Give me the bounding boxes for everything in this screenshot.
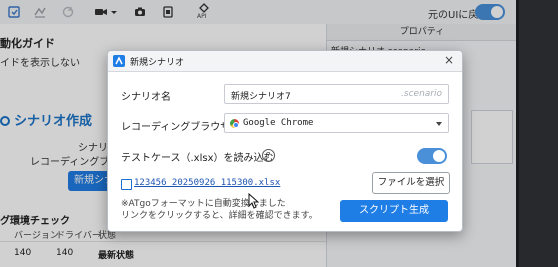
toggle-knob [433,150,445,162]
help-icon[interactable]: ? [262,149,275,162]
scenario-name-label: シナリオ名 [121,92,171,103]
close-icon[interactable]: × [444,54,454,66]
file-icon [121,179,132,190]
browser-value: Google Chrome [243,118,314,128]
testcase-toggle[interactable] [417,148,447,164]
app-logo-icon [113,55,125,67]
browser-label: レコーディングブラウザ [121,122,231,133]
dialog-title: 新規シナリオ [130,58,185,68]
generate-script-button[interactable]: スクリプト生成 [340,200,448,222]
scenario-name-input[interactable]: 新規シナリオ7 .scenario [224,84,449,104]
new-scenario-dialog: 新規シナリオ × シナリオ名 新規シナリオ7 .scenario レコーディング… [107,50,463,232]
testcase-label: テストケース（.xlsx）を読み込む [121,153,274,164]
dropdown-caret-icon [436,122,442,126]
chrome-icon [230,119,239,128]
browser-select[interactable]: Google Chrome [224,113,449,133]
link-hint-note: リンクをクリックすると、詳細を確認できます。 [121,211,318,221]
scenario-name-value: 新規シナリオ7 [231,92,291,102]
dialog-header: 新規シナリオ × [108,51,462,72]
scenario-extension: .scenario [401,89,442,99]
testcase-file-link[interactable]: 123456_20250926_115300.xlsx [134,178,280,188]
choose-file-button[interactable]: ファイルを選択 [372,172,450,194]
